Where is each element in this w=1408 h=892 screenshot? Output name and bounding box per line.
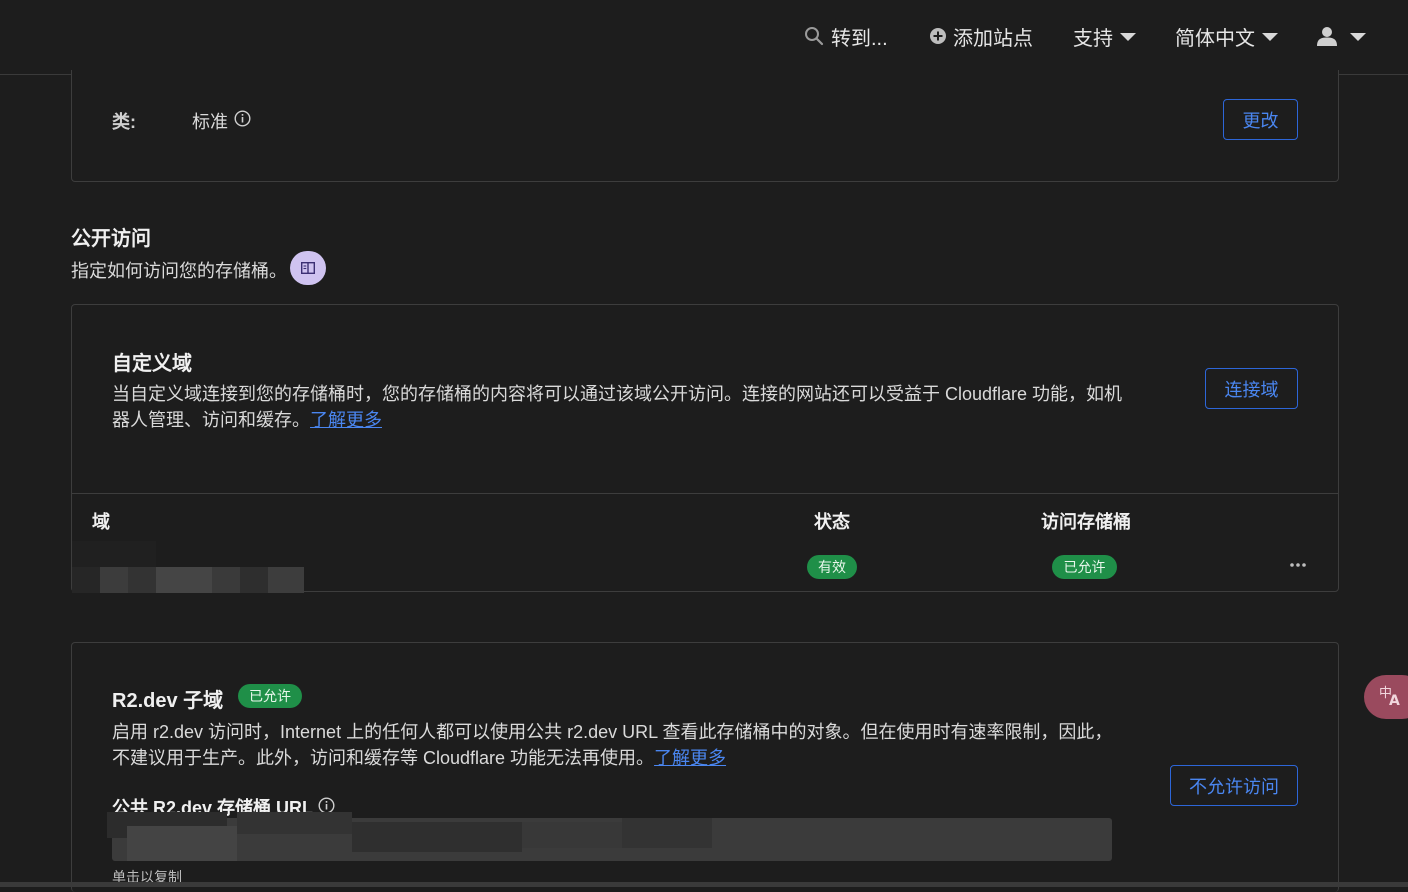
public-access-description: 指定如何访问您的存储桶。: [71, 261, 287, 281]
connect-domain-button[interactable]: 连接域: [1205, 368, 1298, 409]
public-access-title: 公开访问: [71, 228, 151, 250]
table-header-status: 状态: [814, 512, 850, 532]
r2dev-description-line1: 启用 r2.dev 访问时，Internet 上的任何人都可以使用公共 r2.d…: [112, 722, 1113, 742]
top-navigation-bar: 转到... 添加站点 支持 简体中文: [0, 0, 1408, 75]
user-icon: [1316, 25, 1338, 47]
custom-domain-learn-more-link[interactable]: 了解更多: [310, 410, 382, 430]
translate-floating-button[interactable]: 中A: [1364, 675, 1408, 719]
bucket-access-badge: 已允许: [1052, 555, 1117, 579]
goto-label: 转到...: [831, 27, 888, 50]
svg-text:A: A: [1389, 693, 1400, 707]
class-label: 类:: [112, 112, 136, 132]
support-dropdown[interactable]: 支持: [1073, 22, 1136, 50]
r2dev-status-badge: 已允许: [238, 684, 302, 708]
chevron-down-icon: [1350, 33, 1366, 41]
search-icon: [804, 26, 824, 46]
add-site-label: 添加站点: [953, 27, 1033, 50]
table-header-domain: 域: [92, 512, 110, 532]
goto-search-button[interactable]: 转到...: [804, 22, 888, 50]
add-site-button[interactable]: 添加站点: [929, 22, 1033, 50]
language-dropdown[interactable]: 简体中文: [1175, 22, 1278, 50]
class-value: 标准: [192, 112, 228, 132]
change-class-button[interactable]: 更改: [1223, 99, 1298, 140]
r2dev-subdomain-card: R2.dev 子域 已允许 启用 r2.dev 访问时，Internet 上的任…: [71, 642, 1339, 892]
info-icon[interactable]: [234, 110, 251, 132]
chevron-down-icon: [1262, 33, 1278, 41]
custom-domain-title: 自定义域: [112, 353, 192, 375]
custom-domain-description: 当自定义域连接到您的存储桶时，您的存储桶的内容将可以通过该域公开访问。连接的网站…: [112, 381, 1122, 433]
redacted-pixel-block: [268, 567, 304, 593]
docs-book-icon[interactable]: [290, 251, 326, 285]
r2dev-description: 启用 r2.dev 访问时，Internet 上的任何人都可以使用公共 r2.d…: [112, 719, 1112, 771]
custom-domain-card: 自定义域 当自定义域连接到您的存储桶时，您的存储桶的内容将可以通过该域公开访问。…: [71, 304, 1339, 593]
row-more-options-icon[interactable]: [1288, 555, 1308, 580]
plus-circle-icon: [929, 27, 947, 45]
account-menu-dropdown[interactable]: [1316, 22, 1366, 50]
table-divider: [72, 493, 1338, 494]
translate-icon: 中A: [1378, 683, 1404, 712]
support-label: 支持: [1073, 27, 1113, 50]
storage-class-card: 类: 标准 更改: [71, 70, 1339, 182]
disallow-access-button[interactable]: 不允许访问: [1170, 765, 1298, 806]
custom-domain-description-line1: 当自定义域连接到您的存储桶时，您的存储桶的内容将可以通过该域公开访问。连接的网站…: [112, 384, 1123, 404]
r2dev-learn-more-link[interactable]: 了解更多: [654, 748, 726, 768]
r2dev-description-line2: 不建议用于生产。此外，访问和缓存等 Cloudflare 功能无法再使用。: [112, 748, 655, 768]
chevron-down-icon: [1120, 33, 1136, 41]
horizontal-scrollbar[interactable]: [0, 882, 1408, 887]
custom-domain-description-line2: 器人管理、访问和缓存。: [112, 410, 310, 430]
language-label: 简体中文: [1175, 27, 1255, 50]
public-url-copy-field[interactable]: [107, 812, 1112, 861]
status-badge: 有效: [807, 555, 857, 579]
r2dev-title: R2.dev 子域: [112, 690, 224, 712]
table-header-bucket-access: 访问存储桶: [1041, 512, 1131, 532]
